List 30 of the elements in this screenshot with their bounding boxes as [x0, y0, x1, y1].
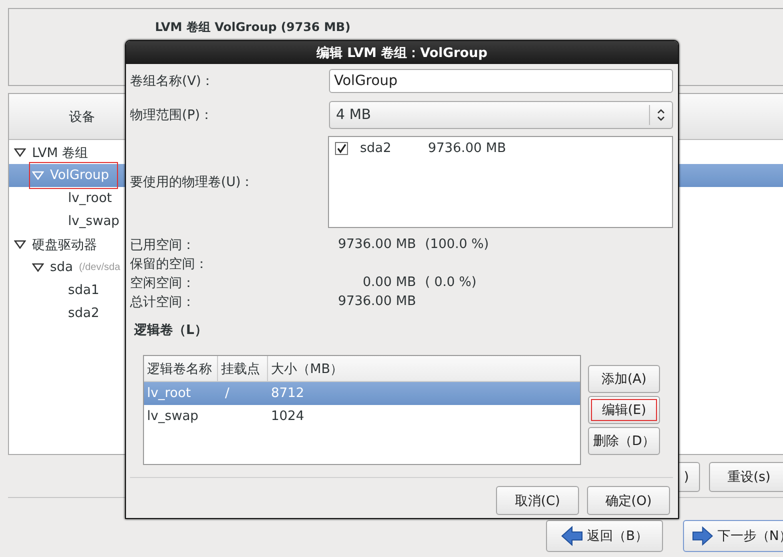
field-label: 卷组名称(V)： — [130, 73, 216, 90]
volume-name: sda2 — [360, 141, 392, 156]
dialog-title: 编辑 LVM 卷组：VolGroup — [316, 44, 488, 62]
stat-label: 保留的空间： — [130, 256, 209, 272]
stat-label: 总计空间： — [130, 294, 196, 310]
group-title: LVM 卷组 VolGroup (9736 MB) — [155, 20, 351, 34]
tree-item-label: lv_root — [68, 191, 112, 206]
stat-percent: (100.0 %) — [425, 237, 489, 252]
tree-item-label: 硬盘驱动器 — [32, 236, 97, 254]
field-label: 物理范围(P)： — [130, 107, 214, 124]
stat-value: 9736.00 MB — [336, 294, 416, 309]
table-cell: 1024 — [271, 409, 304, 424]
table-cell-text: lv_root — [146, 386, 192, 401]
section-title: 逻辑卷（L） — [134, 322, 208, 340]
stat-value: 0.00 MB — [362, 275, 416, 290]
tree-item-label: lv_swap — [68, 214, 120, 229]
tree-item-label: sda2 — [68, 306, 100, 321]
stat-label: 空闲空间： — [130, 274, 196, 292]
stat-percent: ( 0.0 %) — [425, 275, 476, 290]
table-cell-text: lv_swap — [146, 409, 200, 424]
tree-item-label: VolGroup — [50, 168, 110, 183]
device-path: (/dev/sda — [79, 262, 120, 273]
stat-label: 已用空间： — [130, 236, 196, 254]
tree-item-label: LVM 卷组 — [32, 144, 88, 162]
table-cell-text: / — [225, 386, 230, 401]
field-label: 要使用的物理卷(U)： — [130, 174, 255, 191]
stat-value: 9736.00 MB — [336, 237, 416, 252]
volume-size: 9736.00 MB — [428, 141, 506, 156]
tree-item-label: sda — [50, 260, 73, 275]
table-cell: 8712 — [271, 386, 304, 401]
